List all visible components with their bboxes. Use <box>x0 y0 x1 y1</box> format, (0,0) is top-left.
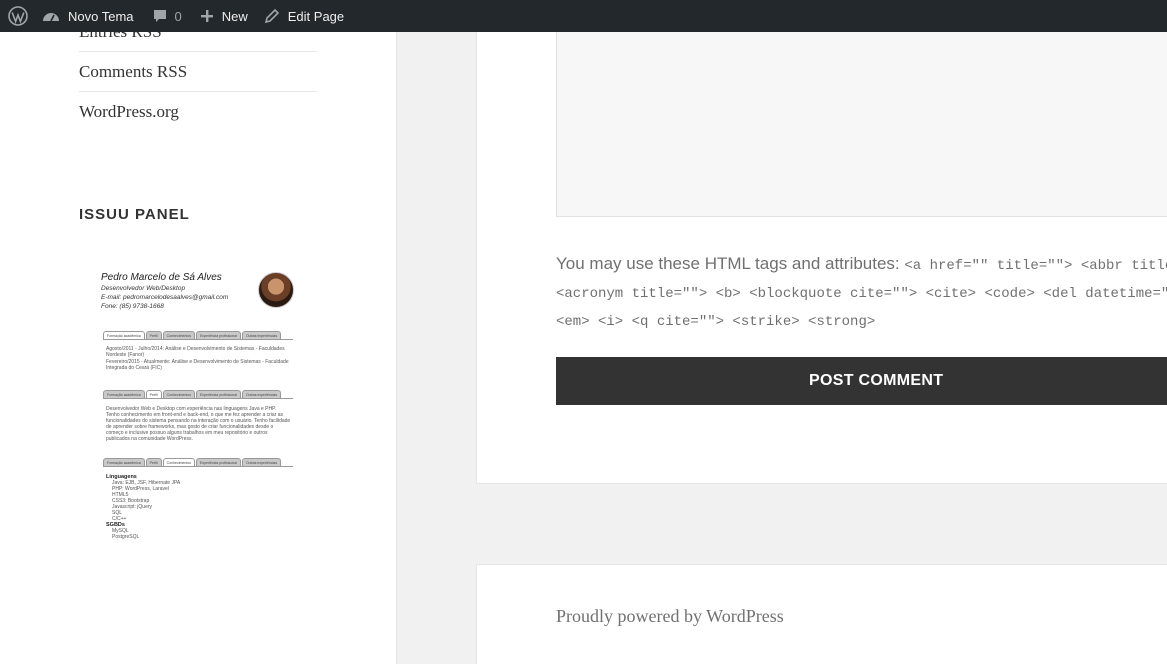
site-footer: Proudly powered by WordPress <box>476 564 1167 664</box>
meta-link-label[interactable]: WordPress.org <box>79 102 179 122</box>
allowed-tags-line-1: <a href="" title=""> <abbr title=""> <box>904 258 1167 274</box>
cv-tab: Formação acadêmica <box>103 458 145 466</box>
cv-education-2: Fevereiro/2015 - Atualmente: Análise e D… <box>106 359 289 371</box>
meta-link-label[interactable]: Comments RSS <box>79 62 187 82</box>
comments-menu[interactable]: 0 <box>152 0 182 32</box>
cv-tab: Perfil <box>145 390 162 398</box>
comment-textarea[interactable] <box>556 30 1167 217</box>
site-name: Novo Tema <box>68 8 134 24</box>
meta-link-comments-rss[interactable]: Comments RSS <box>79 52 317 92</box>
wordpress-logo-icon <box>8 6 28 26</box>
pencil-icon <box>264 8 279 24</box>
cv-db-item: PostgreSQL <box>112 534 140 540</box>
cv-tab: Outras experiências <box>241 331 282 339</box>
wordpress-logo-menu[interactable] <box>0 0 36 32</box>
cv-tab: Formação acadêmica <box>103 331 145 339</box>
issuu-panel-title: ISSUU PANEL <box>79 206 190 223</box>
cv-photo <box>258 272 294 308</box>
admin-bar: Novo Tema 0 New Edit Page <box>0 0 1167 32</box>
cv-tab: Experiência profissional <box>195 390 241 398</box>
cv-tab: Experiência profissional <box>195 331 241 339</box>
cv-tabs: Formação acadêmica Perfil Conhecimentos … <box>103 458 293 467</box>
meta-links: Entries RSS Comments RSS WordPress.org <box>79 32 317 132</box>
cv-education-1: Agosto/2011 - Julho/2014: Análise e Dese… <box>106 346 285 358</box>
new-content-menu[interactable]: New <box>200 0 248 32</box>
plus-icon <box>200 10 213 22</box>
cv-tab: Experiência profissional <box>195 458 241 466</box>
cv-languages: Linguagens Java: EJB, JSF, Hibernate JPA… <box>106 474 291 540</box>
powered-by-link[interactable]: Proudly powered by WordPress <box>556 606 784 627</box>
cv-tab: Conhecimentos <box>162 390 195 398</box>
cv-tab: Perfil <box>145 331 162 339</box>
cv-phone: Fone: (85) 9738-1668 <box>101 303 164 310</box>
cv-tab: Outras experiências <box>241 390 282 398</box>
edit-page-label: Edit Page <box>287 8 345 24</box>
edit-page-link[interactable]: Edit Page <box>264 0 344 32</box>
allowed-tags-line-3: <em> <i> <q cite=""> <strike> <strong> <box>556 314 876 330</box>
cv-tabs: Formação acadêmica Perfil Conhecimentos … <box>103 331 293 340</box>
site-name-menu[interactable]: Novo Tema <box>42 0 134 32</box>
comment-form-card: You may use these HTML tags and attribut… <box>476 30 1167 484</box>
new-label: New <box>221 8 248 24</box>
cv-tabs: Formação acadêmica Perfil Conhecimentos … <box>103 390 293 399</box>
post-comment-button[interactable]: POST COMMENT <box>556 357 1167 405</box>
sidebar: Entries RSS Comments RSS WordPress.org I… <box>0 32 397 664</box>
allowed-tags-note: You may use these HTML tags and attribut… <box>556 251 1167 335</box>
cv-tab: Outras experiências <box>241 458 282 466</box>
meta-link-entries-rss[interactable]: Entries RSS <box>79 32 317 52</box>
allowed-tags-intro: You may use these HTML tags and attribut… <box>556 254 900 273</box>
cv-tab: Conhecimentos <box>162 331 195 339</box>
allowed-tags-line-2: <acronym title=""> <b> <blockquote cite=… <box>556 286 1167 302</box>
post-comment-label: POST COMMENT <box>809 372 944 389</box>
cv-tab: Perfil <box>145 458 162 466</box>
cv-name: Pedro Marcelo de Sá Alves <box>101 272 222 283</box>
cv-role: Desenvolvedor Web/Desktop <box>101 285 186 292</box>
comments-count: 0 <box>174 8 182 24</box>
cv-profile: Desenvolvedor Web e Desktop com experiên… <box>106 406 291 442</box>
cv-tab: Conhecimentos <box>162 458 195 466</box>
cv-tab: Formação acadêmica <box>103 390 145 398</box>
meta-link-label[interactable]: Entries RSS <box>79 32 162 42</box>
comment-bubble-icon <box>153 10 166 22</box>
meta-link-wordpress-org[interactable]: WordPress.org <box>79 92 317 132</box>
dashboard-gauge-icon <box>43 13 59 22</box>
cv-email: E-mail: pedromarcelodesaalves@gmail.com <box>101 294 229 301</box>
issuu-document-preview[interactable]: Pedro Marcelo de Sá Alves Desenvolvedor … <box>98 266 298 556</box>
